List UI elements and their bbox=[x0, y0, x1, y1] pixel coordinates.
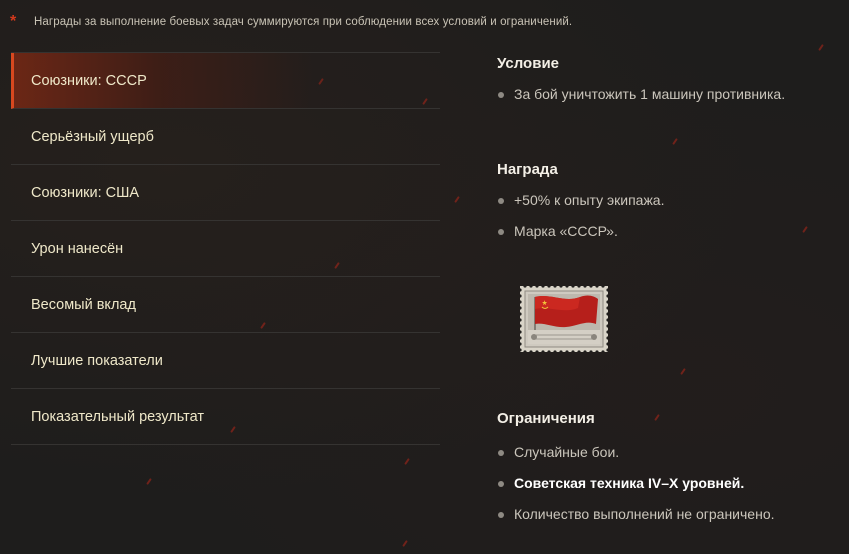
asterisk-icon: * bbox=[10, 13, 17, 30]
bullet-icon bbox=[498, 92, 504, 98]
mission-item-best-results[interactable]: Лучшие показатели bbox=[11, 333, 440, 389]
reward-text: Марка «СССР». bbox=[514, 223, 618, 239]
reward-title: Награда bbox=[497, 161, 558, 178]
reward-list: +50% к опыту экипажа. Марка «СССР». bbox=[497, 191, 842, 241]
reward-item: +50% к опыту экипажа. bbox=[497, 191, 842, 210]
mission-item-exemplary-result[interactable]: Показательный результат bbox=[11, 389, 440, 445]
mission-item-label: Союзники: СССР bbox=[31, 72, 147, 89]
mission-item-label: Весомый вклад bbox=[31, 296, 136, 313]
restriction-item: Случайные бои. bbox=[497, 443, 842, 462]
bullet-icon bbox=[498, 229, 504, 235]
mission-item-significant-contribution[interactable]: Весомый вклад bbox=[11, 277, 440, 333]
restrictions-title: Ограничения bbox=[497, 410, 595, 427]
restrictions-section: Ограничения Случайные бои. Советская тех… bbox=[497, 410, 842, 524]
bullet-icon bbox=[498, 450, 504, 456]
note-text: Награды за выполнение боевых задач сумми… bbox=[34, 16, 573, 28]
condition-item: За бой уничтожить 1 машину противника. bbox=[497, 85, 842, 104]
condition-section: Условие За бой уничтожить 1 машину проти… bbox=[497, 55, 842, 104]
restriction-item: Советская техника IV–X уровней. bbox=[497, 474, 842, 493]
mission-item-damage-dealt[interactable]: Урон нанесён bbox=[11, 221, 440, 277]
condition-title: Условие bbox=[497, 55, 560, 72]
reward-text: +50% к опыту экипажа. bbox=[514, 192, 665, 208]
mission-item-label: Серьёзный ущерб bbox=[31, 128, 154, 145]
ussr-flag-stamp-icon[interactable] bbox=[518, 284, 610, 354]
bullet-icon bbox=[498, 198, 504, 204]
rewards-note: * Награды за выполнение боевых задач сум… bbox=[10, 12, 572, 32]
bullet-icon bbox=[498, 512, 504, 518]
mission-item-label: Союзники: США bbox=[31, 184, 140, 201]
mission-list: Союзники: СССР Серьёзный ущерб Союзники:… bbox=[11, 52, 440, 445]
mission-item-label: Показательный результат bbox=[31, 408, 205, 425]
condition-text: За бой уничтожить 1 машину противника. bbox=[514, 86, 786, 102]
mission-item-serious-damage[interactable]: Серьёзный ущерб bbox=[11, 109, 440, 165]
condition-list: За бой уничтожить 1 машину противника. bbox=[497, 85, 842, 104]
mission-item-label: Урон нанесён bbox=[31, 240, 124, 257]
mission-item-allies-ussr[interactable]: Союзники: СССР bbox=[11, 53, 440, 109]
reward-section: Награда +50% к опыту экипажа. Марка «ССС… bbox=[497, 161, 842, 241]
restriction-text: Случайные бои. bbox=[514, 444, 620, 460]
restriction-text: Советская техника IV–X уровней. bbox=[514, 475, 745, 491]
mission-item-label: Лучшие показатели bbox=[31, 352, 163, 369]
bullet-icon bbox=[498, 481, 504, 487]
reward-item: Марка «СССР». bbox=[497, 222, 842, 241]
restriction-text: Количество выполнений не ограничено. bbox=[514, 506, 775, 522]
restrictions-list: Случайные бои. Советская техника IV–X ур… bbox=[497, 443, 842, 524]
mission-item-allies-usa[interactable]: Союзники: США bbox=[11, 165, 440, 221]
page-background: * Награды за выполнение боевых задач сум… bbox=[0, 0, 849, 554]
restriction-item: Количество выполнений не ограничено. bbox=[497, 505, 842, 524]
